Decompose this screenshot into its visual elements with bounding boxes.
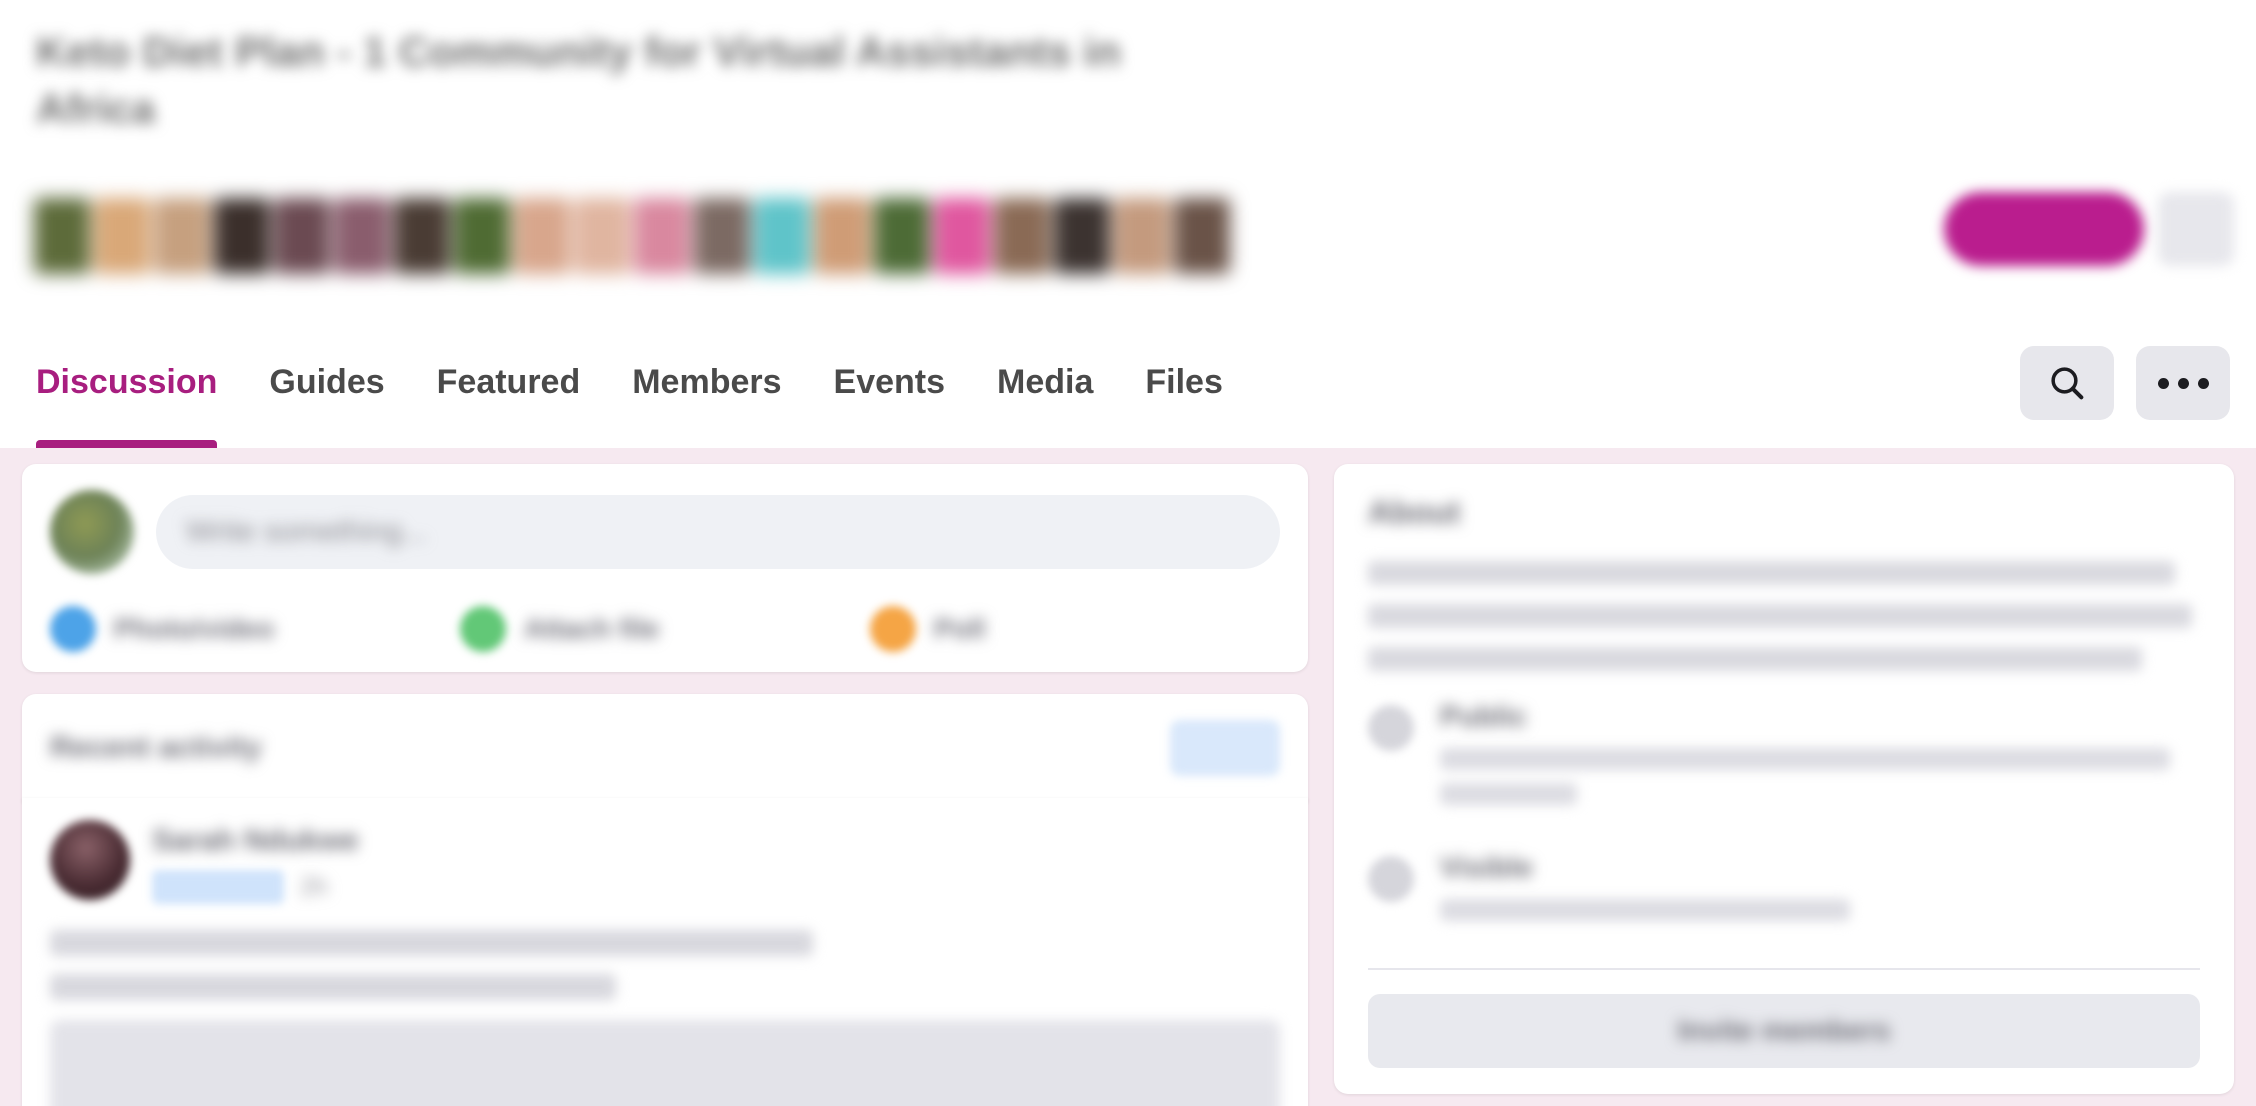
composer-action-poll[interactable]: Poll [870,606,1280,652]
avatar[interactable] [50,820,130,900]
tab-label: Members [632,362,782,401]
post-body [50,930,1280,1106]
group-title-block: Keto Diet Plan - 1 Community for Virtual… [36,26,1596,135]
feed-toolbar: Recent activity [22,694,1308,802]
join-group-button[interactable] [1944,192,2144,266]
tabbar-actions [2020,346,2230,420]
status-badge [152,870,284,904]
group-page: Keto Diet Plan - 1 Community for Virtual… [0,0,2256,1106]
invite-members-button[interactable]: Invite members [1368,994,2200,1068]
about-row-title: Public [1440,701,1528,733]
tab-label: Media [997,362,1094,401]
post-subline: 2h [152,870,1236,904]
video-icon [460,606,506,652]
tab-label: Guides [269,362,385,401]
search-button[interactable] [2020,346,2114,420]
avatar [634,198,690,274]
composer-action-label: Poll [934,613,986,644]
avatar [34,198,90,274]
main-column: Write something... Photo/video Attach fi… [22,464,1308,1106]
page-title: Keto Diet Plan - 1 Community for Virtual… [36,28,1122,75]
group-header: Keto Diet Plan - 1 Community for Virtual… [0,0,2256,320]
post-author[interactable]: Sarah Ndukwe [152,824,1236,858]
avatar [754,198,810,274]
more-options-button[interactable] [2136,346,2230,420]
tab-label: Discussion [36,362,218,401]
post-card: Sarah Ndukwe 2h [22,798,1308,1106]
globe-icon [1368,705,1414,751]
post-input-placeholder: Write something... [186,515,428,548]
tab-featured[interactable]: Featured [411,316,607,448]
composer-row: Write something... [50,490,1280,574]
about-row-visibility: Visible [1368,852,2200,934]
post-more-button[interactable] [1258,820,1280,876]
poll-icon [870,606,916,652]
tab-label: Featured [436,362,581,401]
tab-label: Events [833,362,946,401]
about-card: About Public Visible Invite members [1334,464,2234,1094]
avatar [214,198,270,274]
search-icon [2051,367,2084,400]
composer-actions: Photo/video Attach file Poll [50,602,1280,652]
group-options-button[interactable] [2158,192,2234,266]
photo-icon [50,606,96,652]
about-row-title: Visible [1440,852,1533,884]
avatar [1174,198,1230,274]
group-content: Write something... Photo/video Attach fi… [0,448,2256,1106]
post-meta: Sarah Ndukwe 2h [152,820,1236,904]
tab-guides[interactable]: Guides [243,316,410,448]
composer-action-file[interactable]: Attach file [460,606,870,652]
post-composer: Write something... Photo/video Attach fi… [22,464,1308,672]
composer-action-photo[interactable]: Photo/video [50,606,460,652]
tab-list: Discussion Guides Featured Members Event… [0,316,1249,448]
avatar [514,198,570,274]
avatar [454,198,510,274]
avatar [814,198,870,274]
avatar [994,198,1050,274]
tab-media[interactable]: Media [971,316,1119,448]
post-input[interactable]: Write something... [156,495,1280,569]
tab-discussion[interactable]: Discussion [36,316,243,448]
composer-action-label: Attach file [524,613,660,644]
avatar [154,198,210,274]
about-title: About [1368,494,1461,530]
feed-filter-button[interactable] [1170,720,1280,776]
eye-icon [1368,856,1414,902]
ellipsis-icon [2157,377,2209,389]
composer-action-label: Photo/video [114,613,275,644]
page-title-line2: Africa [36,84,156,132]
avatar [1114,198,1170,274]
post-header: Sarah Ndukwe 2h [50,820,1280,904]
post-timestamp: 2h [300,872,328,901]
sidebar-column: About Public Visible Invite members [1334,464,2234,1106]
avatar [1054,198,1110,274]
divider [1368,968,2200,970]
about-row-text: Public [1440,701,2200,818]
about-row-text: Visible [1440,852,2200,934]
avatar [874,198,930,274]
member-avatar-strip[interactable] [34,190,1230,274]
about-row-privacy: Public [1368,701,2200,818]
tab-events[interactable]: Events [808,316,972,448]
about-description [1368,561,2200,671]
avatar [274,198,330,274]
tab-members[interactable]: Members [606,316,807,448]
avatar [694,198,750,274]
group-tabbar: Discussion Guides Featured Members Event… [0,316,2256,448]
avatar [394,198,450,274]
avatar [574,198,630,274]
feed-sort-label[interactable]: Recent activity [50,731,262,765]
avatar [50,490,134,574]
tab-label: Files [1145,362,1223,401]
avatar [934,198,990,274]
avatar [334,198,390,274]
tab-files[interactable]: Files [1119,316,1248,448]
avatar [94,198,150,274]
invite-members-label: Invite members [1677,1014,1891,1047]
